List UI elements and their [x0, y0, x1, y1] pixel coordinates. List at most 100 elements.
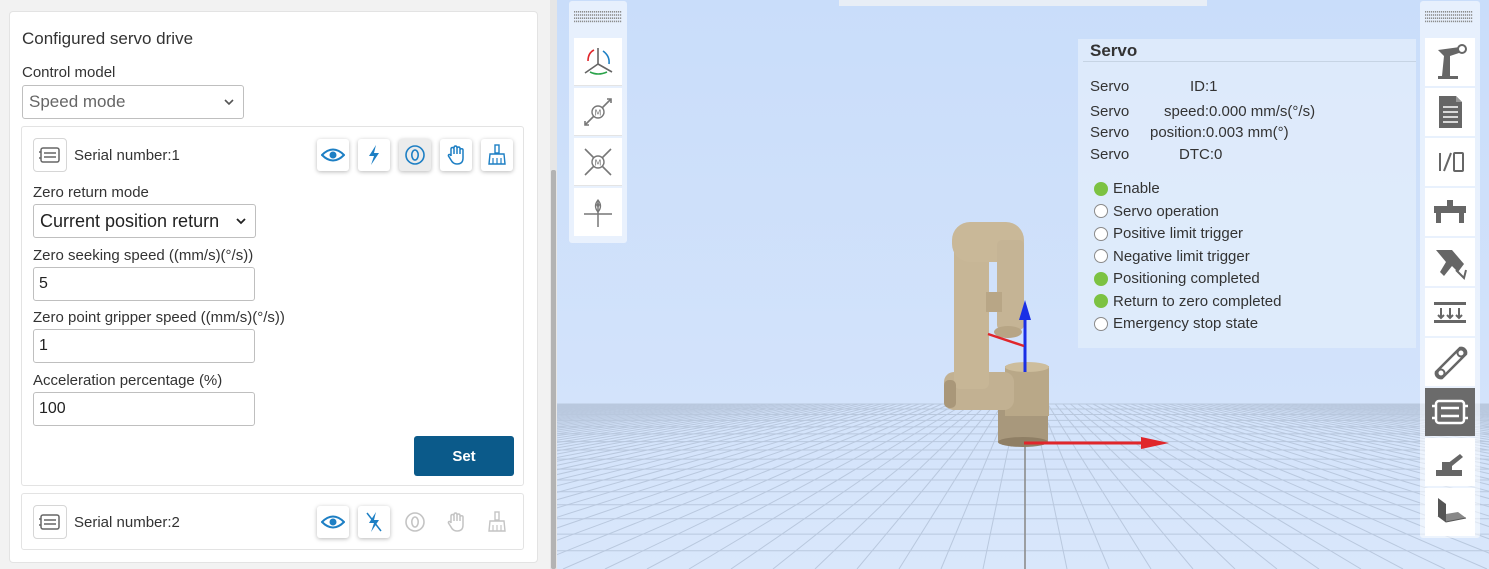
manual-button[interactable]	[440, 506, 472, 538]
robot-arm-button[interactable]	[1425, 38, 1475, 86]
zero-return-button[interactable]	[399, 506, 431, 538]
servo-speed-key: Servo	[1090, 103, 1130, 120]
servo-speed-value: speed:0.000 mm/s(°/s)	[1164, 103, 1316, 120]
pick-button[interactable]	[1425, 238, 1475, 286]
motor-translate-button[interactable]: M	[574, 88, 622, 136]
disable-button[interactable]	[358, 506, 390, 538]
io-button[interactable]	[1425, 138, 1475, 186]
drag-handle-icon[interactable]	[1425, 11, 1473, 24]
enable-button[interactable]	[358, 139, 390, 171]
control-model-select[interactable]: Speed mode	[22, 85, 244, 119]
document-icon	[1439, 96, 1462, 128]
zero-icon	[405, 145, 425, 165]
hand-icon	[447, 512, 464, 532]
serial-number-label: Serial number:1	[74, 147, 180, 164]
chevron-down-icon	[224, 99, 234, 106]
io-icon	[1439, 152, 1464, 172]
base-arm-button[interactable]	[1425, 438, 1475, 486]
rail-icon	[1434, 302, 1466, 323]
status-label: Positive limit trigger	[1113, 225, 1244, 242]
lightning-icon	[369, 145, 379, 165]
status-item: Negative limit trigger	[1094, 248, 1250, 265]
robot-arm-icon	[1438, 44, 1467, 79]
svg-text:M: M	[595, 158, 602, 167]
plane-icon	[1437, 498, 1467, 523]
status-on-indicator	[1094, 271, 1108, 286]
zero-seeking-speed-input[interactable]: 5	[33, 267, 255, 301]
status-label: Negative limit trigger	[1113, 247, 1250, 265]
control-model-value: Speed mode	[29, 92, 126, 111]
servo-card-2: Serial number:2	[21, 493, 524, 550]
axis-view-button[interactable]	[574, 38, 622, 86]
document-button[interactable]	[1425, 88, 1475, 136]
status-label: Servo operation	[1113, 202, 1219, 220]
gripper-speed-label: Zero point gripper speed ((mm/s)(°/s))	[33, 309, 285, 326]
panel-scrollbar[interactable]	[550, 0, 557, 569]
drag-handle-icon[interactable]	[574, 11, 622, 24]
servo-drive-icon	[33, 138, 67, 172]
pick-icon	[1436, 250, 1467, 280]
clear-button[interactable]	[481, 139, 513, 171]
status-item: Positive limit trigger	[1094, 225, 1243, 242]
status-on-indicator	[1094, 294, 1108, 308]
status-off-indicator	[1094, 226, 1108, 241]
scrollbar-thumb[interactable]	[551, 170, 556, 569]
servo-position-key: Servo	[1090, 124, 1130, 141]
plane-button[interactable]	[1425, 488, 1475, 536]
servo-id-row: Servo ID:1	[1090, 78, 1218, 95]
divider	[1083, 61, 1416, 62]
top-toolbar-edge	[839, 0, 1207, 6]
servo-drive-icon	[1432, 399, 1468, 425]
zero-return-mode-select[interactable]: Current position return	[33, 204, 256, 238]
status-item: Return to zero completed	[1094, 293, 1281, 310]
servo-speed-row: Servo speed:0.000 mm/s(°/s)	[1090, 103, 1315, 120]
status-off-indicator	[1094, 249, 1108, 263]
servo-drive-button[interactable]	[1425, 388, 1475, 436]
servo-info-panel: Servo Servo ID:1 Servo speed:0.000 mm/s(…	[1078, 39, 1416, 348]
gripper-button[interactable]	[1425, 188, 1475, 236]
zero-return-mode-label: Zero return mode	[33, 184, 149, 201]
status-label: Enable	[1113, 180, 1160, 197]
view-button[interactable]	[317, 506, 349, 538]
zero-return-mode-value: Current position return	[40, 210, 220, 231]
base-arm-icon	[1436, 454, 1463, 476]
control-model-label: Control model	[22, 64, 116, 81]
status-off-indicator	[1094, 316, 1108, 331]
clear-button[interactable]	[481, 506, 513, 538]
card-title: Configured servo drive	[22, 29, 194, 48]
conveyor-button[interactable]	[1425, 338, 1475, 386]
hand-icon	[447, 145, 464, 165]
3d-viewport[interactable]: M M Servo Servo ID:1 Servo speed:0.000 m…	[557, 0, 1489, 569]
acceleration-input[interactable]: 100	[33, 392, 255, 426]
servo-id-value: ID:1	[1190, 78, 1218, 95]
gripper-speed-input[interactable]: 1	[33, 329, 255, 363]
serial-number-label: Serial number:2	[74, 514, 180, 531]
servo-info-title: Servo	[1090, 41, 1138, 60]
lightning-off-icon	[366, 512, 382, 532]
zero-return-button[interactable]	[399, 139, 431, 171]
brush-icon	[488, 511, 506, 532]
servo-position-value: position:0.003 mm(°)	[1150, 124, 1289, 141]
motor-expand-icon: M	[584, 147, 612, 176]
view-button[interactable]	[317, 139, 349, 171]
motor-translate-icon: M	[584, 97, 612, 126]
zero-seeking-speed-label: Zero seeking speed ((mm/s)(°/s))	[33, 247, 254, 264]
position-marker-button[interactable]	[574, 188, 622, 236]
status-item: Enable	[1094, 180, 1160, 197]
chevron-down-icon	[234, 214, 248, 228]
rail-button[interactable]	[1425, 288, 1475, 336]
servo-id-key: Servo	[1090, 78, 1130, 95]
svg-text:M: M	[595, 108, 602, 117]
position-marker-icon	[584, 198, 612, 227]
set-button[interactable]: Set	[414, 436, 514, 476]
status-item: Servo operation	[1094, 203, 1219, 220]
status-label: Emergency stop state	[1113, 315, 1259, 332]
gripper-icon	[1434, 200, 1466, 223]
status-item: Emergency stop state	[1094, 315, 1258, 332]
view-toolbar: M M	[569, 1, 627, 243]
servo-dtc-key: Servo	[1090, 146, 1130, 163]
motor-expand-button[interactable]: M	[574, 138, 622, 186]
manual-button[interactable]	[440, 139, 472, 171]
status-label: Positioning completed	[1113, 270, 1260, 287]
servo-position-row: Servo position:0.003 mm(°)	[1090, 124, 1289, 141]
